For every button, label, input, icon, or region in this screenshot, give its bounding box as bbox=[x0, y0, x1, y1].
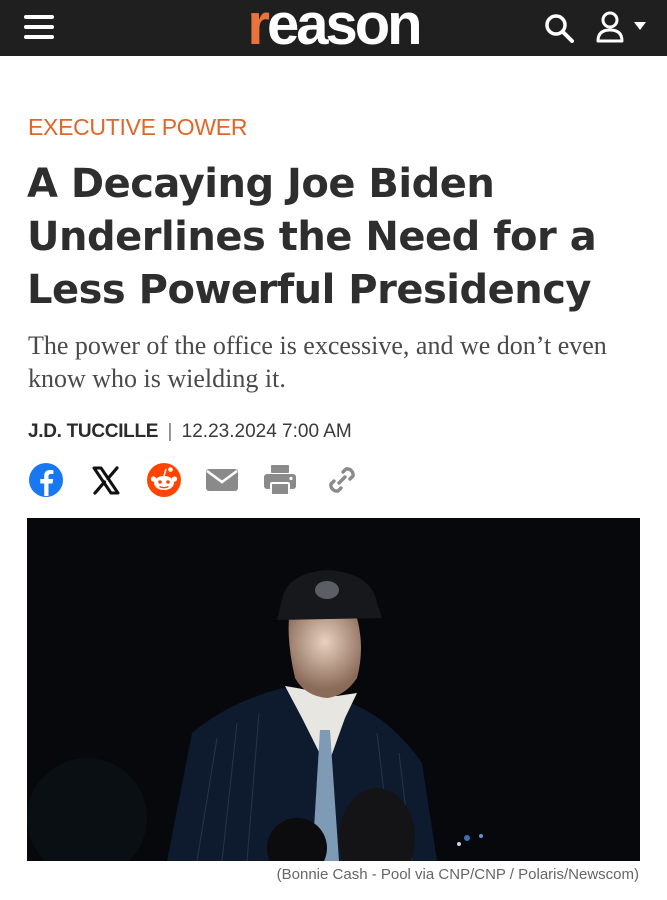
author-link[interactable]: J.D. TUCCILLE bbox=[28, 421, 158, 442]
reddit-icon[interactable] bbox=[144, 460, 184, 500]
logo-letter-r: r bbox=[247, 0, 270, 57]
photo-caption: (Bonnie Cash - Pool via CNP/CNP / Polari… bbox=[276, 866, 639, 883]
article-subtitle: The power of the office is excessive, an… bbox=[28, 331, 607, 393]
publish-date: 12.23.2024 7:00 AM bbox=[181, 421, 352, 442]
facebook-icon[interactable] bbox=[26, 460, 66, 500]
link-icon[interactable] bbox=[322, 460, 362, 500]
print-icon[interactable] bbox=[260, 460, 300, 500]
byline: J.D. TUCCILLE | 12.23.2024 7:00 AM bbox=[28, 421, 352, 443]
email-icon[interactable] bbox=[202, 460, 242, 500]
byline-separator: | bbox=[167, 421, 173, 442]
section-label[interactable]: EXECUTIVE POWER bbox=[28, 114, 247, 141]
search-icon[interactable] bbox=[543, 12, 575, 44]
photo-illustration bbox=[27, 518, 640, 861]
chevron-down-icon bbox=[634, 22, 646, 30]
article-photo bbox=[27, 518, 640, 861]
site-header: reason bbox=[0, 0, 667, 56]
article-headline: A Decaying Joe Biden Underlines the Need… bbox=[27, 161, 597, 313]
logo-text: eason bbox=[266, 0, 423, 57]
user-icon[interactable] bbox=[596, 10, 656, 44]
x-icon[interactable] bbox=[86, 460, 126, 500]
